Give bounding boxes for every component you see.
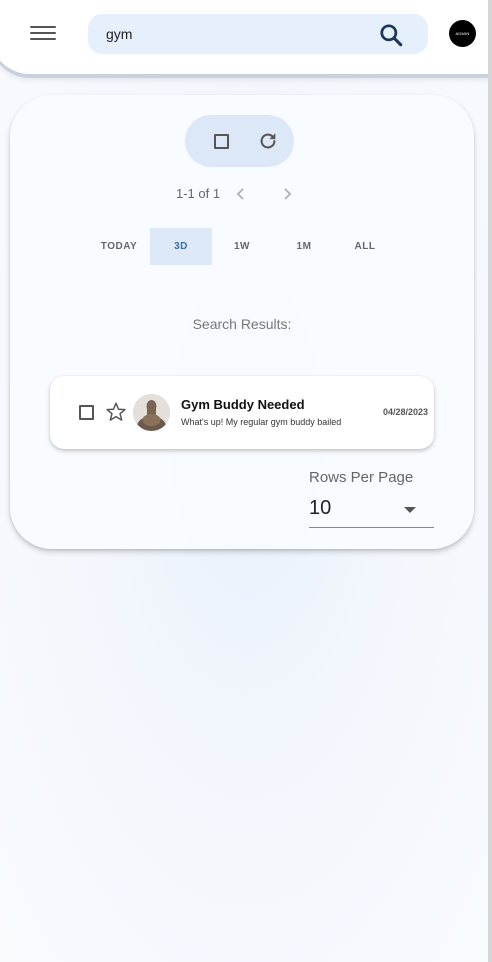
pagination-range: 1-1 of 1	[176, 186, 221, 201]
results-card: 1-1 of 1 TODAY 3D 1W 1M ALL Search Resul…	[10, 95, 474, 549]
tab-today[interactable]: TODAY	[88, 228, 150, 265]
result-row[interactable]: Gym Buddy Needed What's up! My regular g…	[50, 376, 434, 449]
rows-per-page-select[interactable]: 10	[309, 493, 434, 528]
search-input[interactable]	[106, 24, 366, 44]
user-avatar[interactable]: ADMIN	[449, 20, 476, 47]
hamburger-menu-icon[interactable]	[30, 22, 56, 46]
search-bar	[88, 14, 428, 54]
message-subject: Gym Buddy Needed	[181, 397, 305, 412]
row-checkbox[interactable]	[79, 405, 94, 420]
tab-1w[interactable]: 1W	[211, 228, 273, 265]
message-date: 04/28/2023	[382, 407, 428, 417]
search-results-heading: Search Results:	[192, 316, 292, 332]
tab-3d[interactable]: 3D	[150, 228, 212, 265]
rows-per-page-value: 10	[309, 497, 332, 519]
dropdown-arrow-icon	[404, 507, 416, 513]
search-icon[interactable]	[378, 22, 404, 48]
chevron-left-icon[interactable]	[234, 186, 248, 202]
scrollbar[interactable]	[488, 0, 492, 962]
refresh-icon[interactable]	[257, 130, 279, 152]
tab-all[interactable]: ALL	[334, 228, 396, 265]
chevron-right-icon[interactable]	[280, 186, 294, 202]
tab-1m[interactable]: 1M	[273, 228, 335, 265]
bulk-actions-toolbar	[185, 115, 294, 167]
star-icon[interactable]	[105, 401, 127, 423]
rows-per-page-label: Rows Per Page	[309, 469, 414, 486]
message-snippet: What's up! My regular gym buddy bailed	[181, 417, 342, 427]
select-all-checkbox[interactable]	[214, 134, 229, 149]
sender-avatar	[133, 394, 170, 431]
